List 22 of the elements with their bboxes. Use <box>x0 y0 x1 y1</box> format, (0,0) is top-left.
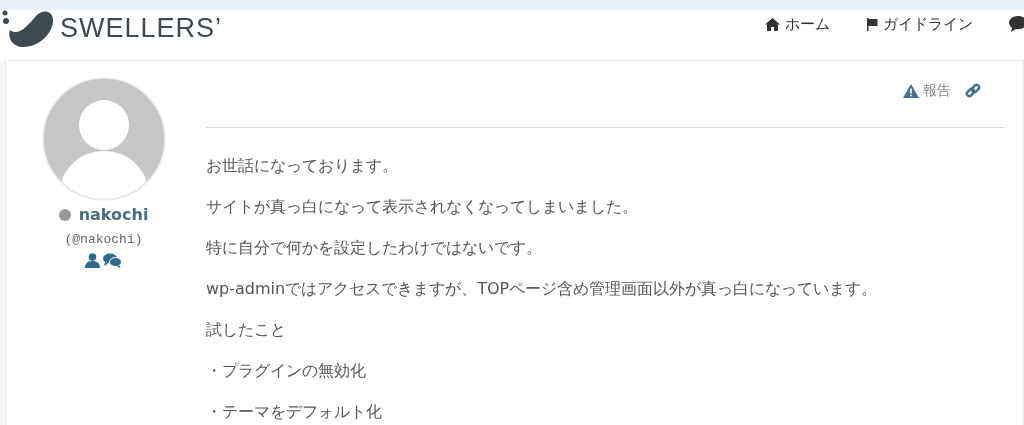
flag-icon <box>866 17 878 31</box>
report-link[interactable]: 報告 <box>903 82 951 100</box>
nav-link[interactable]: ホーム <box>765 14 830 34</box>
post-paragraph: 特に自分で何かを設定したわけではないです。 <box>206 238 543 258</box>
nav-link[interactable]: ガイドライン <box>866 14 973 34</box>
comment-icon <box>1009 16 1024 32</box>
avatar-icon <box>41 77 166 201</box>
warning-icon <box>903 84 919 98</box>
logo-icon <box>2 8 54 48</box>
post-paragraph: ・プラグインの無効化 <box>206 361 367 381</box>
post-paragraph: wp-adminではアクセスできますが、TOPページ含め管理画面以外が真っ白になっています。 <box>206 279 879 299</box>
user-icon[interactable] <box>85 253 100 268</box>
site-logo[interactable]: SWELLERS’ <box>60 12 223 44</box>
post-paragraph: 試したこと <box>206 320 287 340</box>
home-icon <box>765 17 780 31</box>
link-icon[interactable] <box>965 83 981 99</box>
post-paragraph: ・テーマをデフォルト化 <box>206 402 383 422</box>
author-name[interactable]: nakochi <box>78 205 149 224</box>
post-paragraph: サイトが真っ白になって表示されなくなってしまいました。 <box>206 197 639 217</box>
post-paragraph: お世話になっております。 <box>206 156 399 176</box>
chat-icon[interactable] <box>103 253 122 268</box>
author-handle: (@nakochi) <box>64 232 143 247</box>
